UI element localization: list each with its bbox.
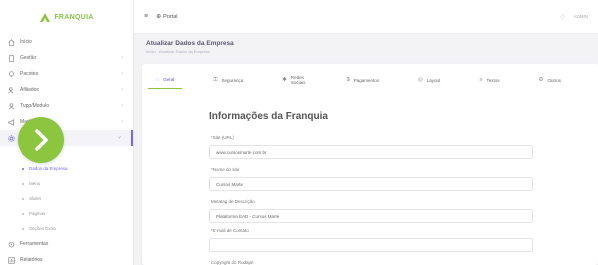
brand-logo-icon <box>40 12 51 22</box>
chevron-right-icon: › <box>121 71 123 77</box>
brand-name: FRANQUIA <box>54 13 94 21</box>
tab-geral[interactable]: ◌ Geral <box>148 72 183 89</box>
settings-tabs: ◌ Geral ⚿ Segurança ✱ Redes Sociais $ Pa… <box>142 64 598 96</box>
brand-logo[interactable]: FRANQUIA <box>0 0 133 34</box>
sidebar-subitem-slides[interactable]: Slides <box>0 191 133 206</box>
gear-icon: ◌ <box>156 76 160 83</box>
tab-seguranca[interactable]: ⚿ Segurança <box>205 72 251 89</box>
footer-copyright-label: Copyright do Rodapé <box>211 260 254 265</box>
bullet-icon <box>22 227 24 230</box>
meta-description-input[interactable]: Plataforma EAD - Cursos Marte <box>209 209 533 223</box>
tab-pagamentos[interactable]: $ Pagamentos <box>339 72 387 88</box>
section-title: Informações da Franquia <box>209 111 328 122</box>
site-url-input[interactable]: www.cursosmarte.com.br <box>209 145 533 159</box>
tab-redes-sociais[interactable]: ✱ Redes Sociais <box>274 70 315 90</box>
site-url-label: *Site (URL) <box>211 135 234 140</box>
chevron-right-icon: › <box>121 103 123 109</box>
page-header: Atualizar Dados da Empresa Início · Atua… <box>146 40 234 54</box>
globe-icon: ⊕ <box>156 14 162 20</box>
sidebar-subitem-dados-empresa[interactable]: Dados da Empresa <box>0 161 133 176</box>
sidebar-item-pacotes[interactable]: Pacotes › <box>0 66 133 82</box>
sidebar-item-inicio[interactable]: Início <box>0 34 133 50</box>
sidebar-subitem-menu[interactable]: Menu <box>0 176 133 191</box>
bulb-icon <box>8 70 15 78</box>
breadcrumb: Início · Atualizar Dados da Empresa <box>146 49 210 54</box>
site-name-input[interactable]: Cursos Marte <box>209 177 533 191</box>
hamburger-menu-icon[interactable]: ≡ <box>144 13 148 20</box>
portal-link[interactable]: ⊕ Portal <box>156 13 177 21</box>
bell-icon[interactable]: ♢ <box>559 13 565 21</box>
chart-icon <box>8 256 15 264</box>
file-icon <box>8 54 15 62</box>
sidebar-item-marketing[interactable]: Marketing › <box>0 114 133 130</box>
topbar: ≡ ⊕ Portal ♢ ADMIN <box>134 0 598 34</box>
lock-icon: ⚿ <box>213 76 218 83</box>
sidebar-item-relatorios[interactable]: Relatórios <box>0 252 133 265</box>
home-icon <box>8 38 15 46</box>
eye-icon: ◎ <box>417 77 423 83</box>
chevron-down-icon: ˅ <box>118 135 121 141</box>
tools-icon <box>8 241 15 248</box>
megaphone-icon <box>8 118 15 126</box>
sidebar-subitem-paginas[interactable]: Páginas <box>0 206 133 221</box>
share-icon: ✱ <box>282 77 287 83</box>
site-name-label: *Nome do site <box>211 167 240 172</box>
settings-icon: ⚙ <box>538 77 544 83</box>
tab-textos[interactable]: ≡ Textos <box>471 72 507 88</box>
contact-email-label: *E-mail de Contato <box>211 228 249 233</box>
text-icon: ≡ <box>479 77 483 83</box>
sidebar-item-tupp[interactable]: Tupp/Modulo › <box>0 98 133 114</box>
page-title: Atualizar Dados da Empresa <box>146 40 234 47</box>
chevron-right-icon: › <box>121 119 123 125</box>
meta-description-label: Metatag de Descrição <box>211 199 255 204</box>
sidebar-subitem-secoes-extra[interactable]: Seções Extra <box>0 221 133 236</box>
topbar-right: ♢ ADMIN <box>559 13 588 21</box>
tab-outros[interactable]: ⚙ Outros <box>531 72 569 88</box>
bullet-icon <box>22 197 24 200</box>
users-icon <box>8 86 15 94</box>
sidebar-item-gestao[interactable]: Gestão › <box>0 50 133 66</box>
sidebar-item-afiliados[interactable]: Afiliados › <box>0 82 133 98</box>
bullet-icon <box>22 212 24 215</box>
settings-card: ◌ Geral ⚿ Segurança ✱ Redes Sociais $ Pa… <box>142 64 598 265</box>
dollar-icon: $ <box>346 77 350 83</box>
chevron-right-icon: › <box>121 55 123 61</box>
settings-icon <box>8 134 15 142</box>
bullet-icon <box>22 167 24 170</box>
chevron-right-icon: › <box>121 87 123 93</box>
tab-layout[interactable]: ◎ Layout <box>410 72 448 88</box>
sidebar-item-ferramentas[interactable]: Ferramentas <box>0 236 133 252</box>
bullet-icon <box>22 182 24 185</box>
chevron-right-icon <box>35 129 48 151</box>
user-icon <box>8 102 15 110</box>
contact-email-input[interactable] <box>209 238 533 252</box>
user-name[interactable]: ADMIN <box>574 14 589 19</box>
next-arrow-button[interactable] <box>18 117 64 163</box>
